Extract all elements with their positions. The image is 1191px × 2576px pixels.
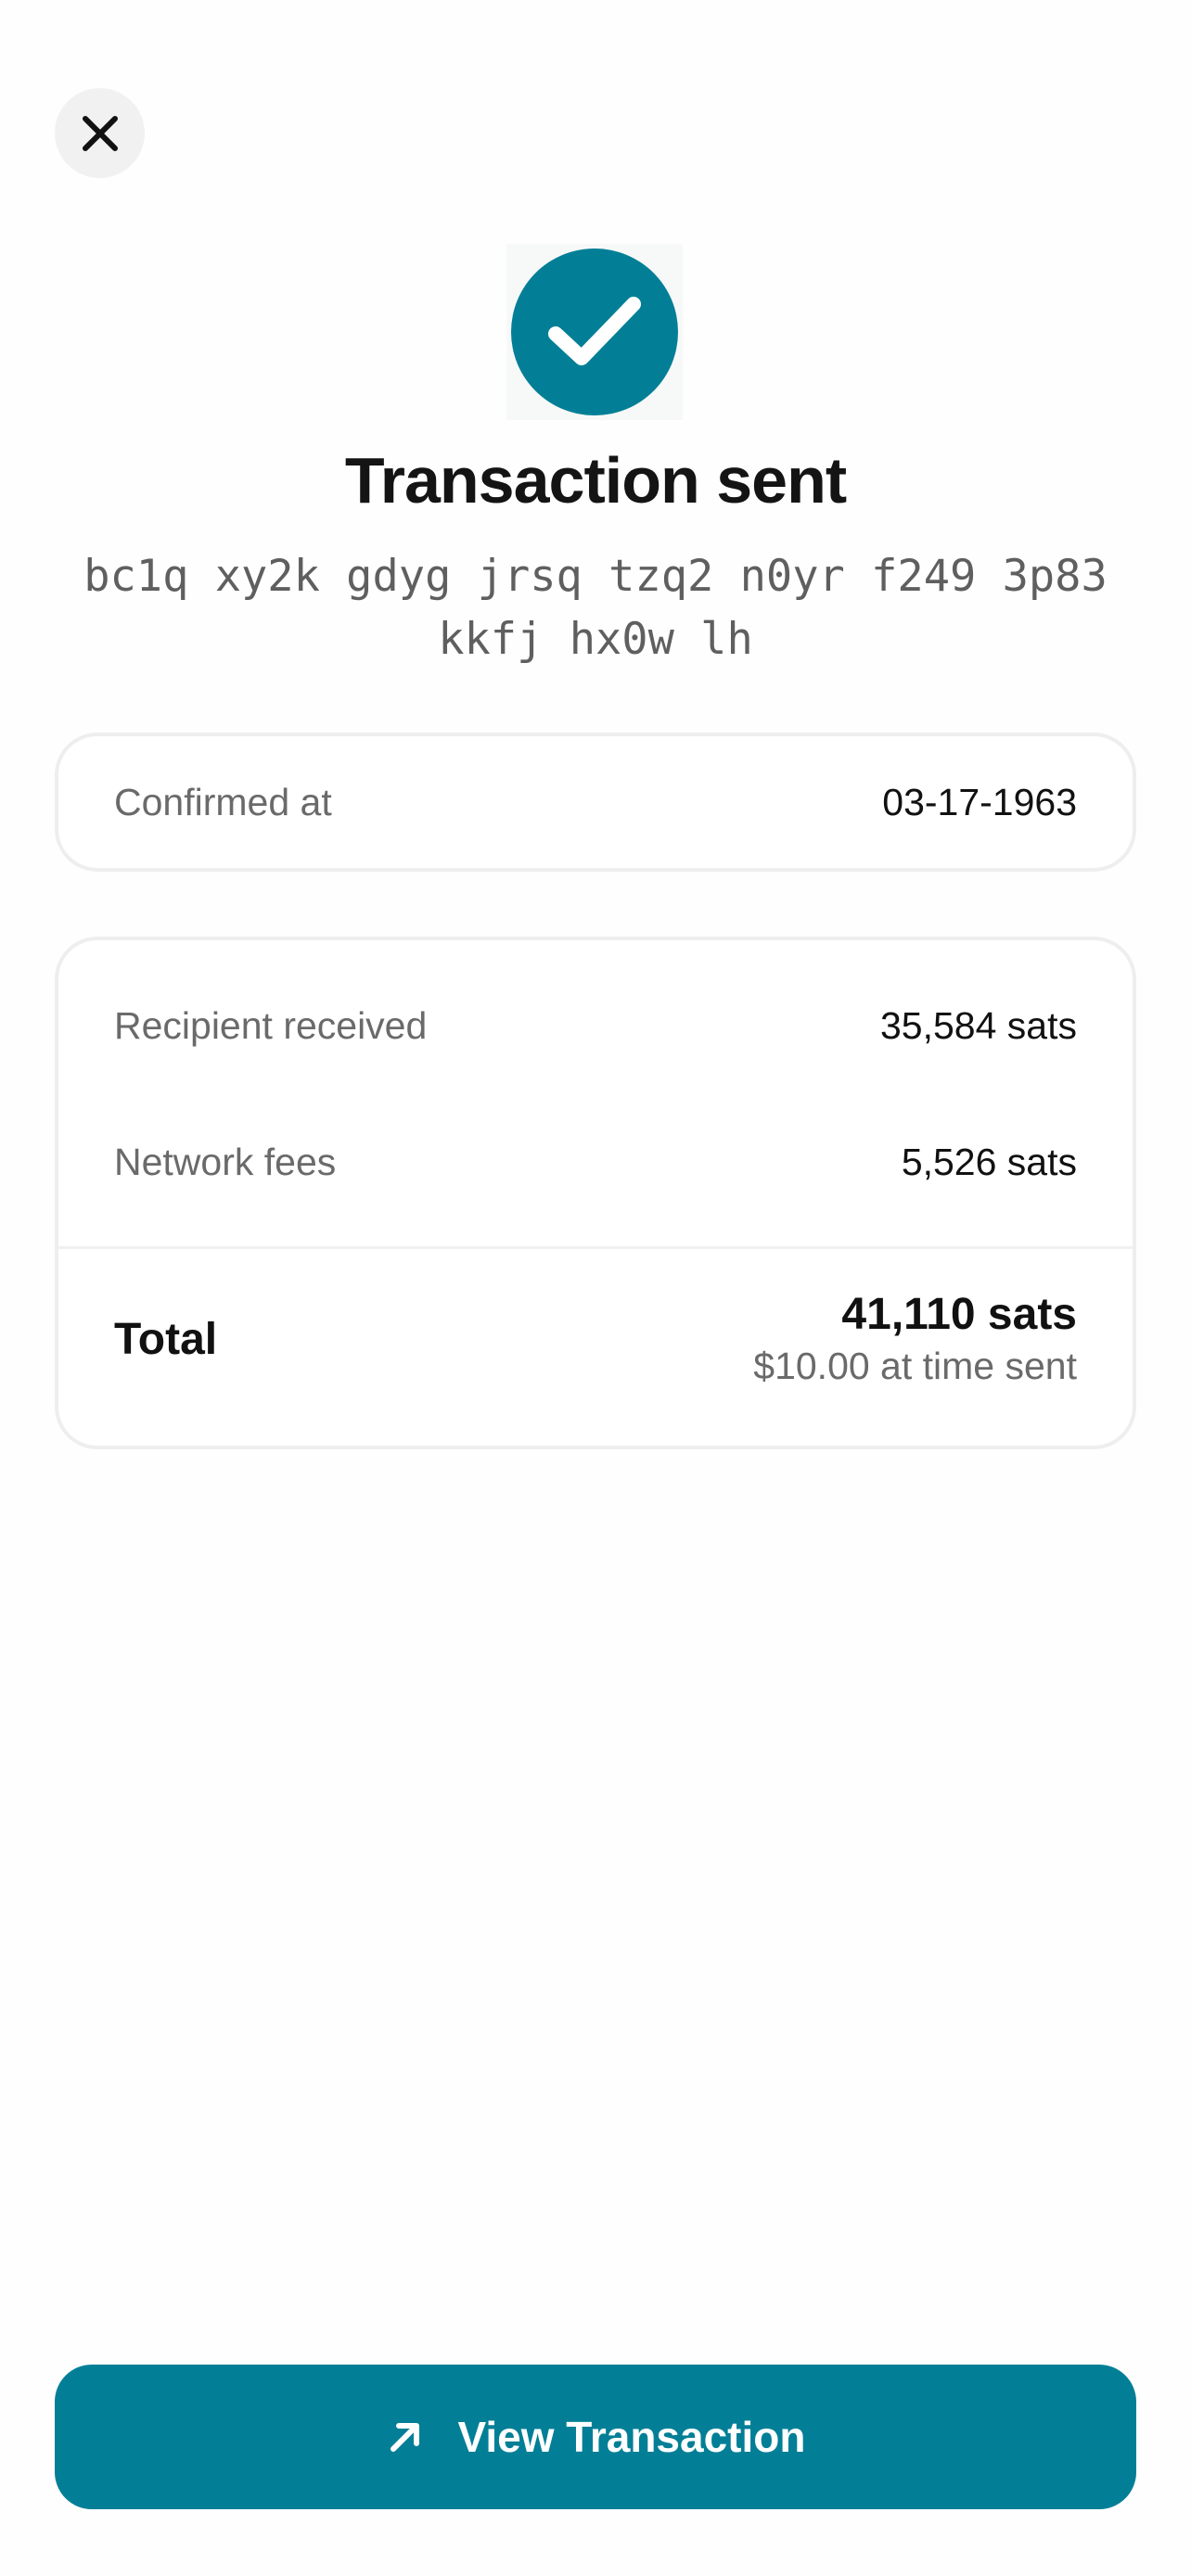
fees-row: Network fees 5,526 sats xyxy=(114,1134,1077,1190)
total-label: Total xyxy=(114,1314,218,1364)
page-title: Transaction sent xyxy=(344,444,847,516)
success-badge xyxy=(506,244,683,420)
recipient-value: 35,584 sats xyxy=(880,1003,1077,1047)
total-row: Total 41,110 sats $10.00 at time sent xyxy=(114,1283,1077,1395)
address-line-1: bc1q xy2k gdyg jrsq tzq2 n0yr f249 3p83 xyxy=(83,551,1108,602)
confirmed-row: Confirmed at 03-17-1963 xyxy=(114,736,1077,868)
transaction-sent-screen: Transaction sent bc1q xy2k gdyg jrsq tzq… xyxy=(0,0,1191,2576)
total-values: 41,110 sats $10.00 at time sent xyxy=(753,1288,1077,1390)
fees-label: Network fees xyxy=(114,1140,337,1183)
view-transaction-label: View Transaction xyxy=(457,2413,806,2461)
total-sats: 41,110 sats xyxy=(841,1290,1077,1339)
amounts-card: Recipient received 35,584 sats Network f… xyxy=(55,937,1136,1449)
amounts-divider xyxy=(58,1246,1133,1249)
checkmark-icon xyxy=(548,295,641,369)
confirmed-label: Confirmed at xyxy=(114,780,332,823)
transaction-address: bc1q xy2k gdyg jrsq tzq2 n0yr f249 3p83 … xyxy=(56,545,1135,671)
fees-value: 5,526 sats xyxy=(901,1140,1077,1183)
close-icon xyxy=(82,115,119,152)
address-line-2: kkfj hx0w lh xyxy=(438,614,753,665)
close-button[interactable] xyxy=(55,88,145,178)
arrow-up-right-icon xyxy=(386,2417,425,2456)
recipient-label: Recipient received xyxy=(114,1003,428,1047)
total-fiat: $10.00 at time sent xyxy=(753,1345,1077,1387)
confirmation-card: Confirmed at 03-17-1963 xyxy=(55,733,1136,872)
confirmed-value: 03-17-1963 xyxy=(882,780,1077,823)
recipient-row: Recipient received 35,584 sats xyxy=(114,998,1077,1053)
success-circle xyxy=(511,249,678,415)
view-transaction-button[interactable]: View Transaction xyxy=(55,2365,1136,2509)
